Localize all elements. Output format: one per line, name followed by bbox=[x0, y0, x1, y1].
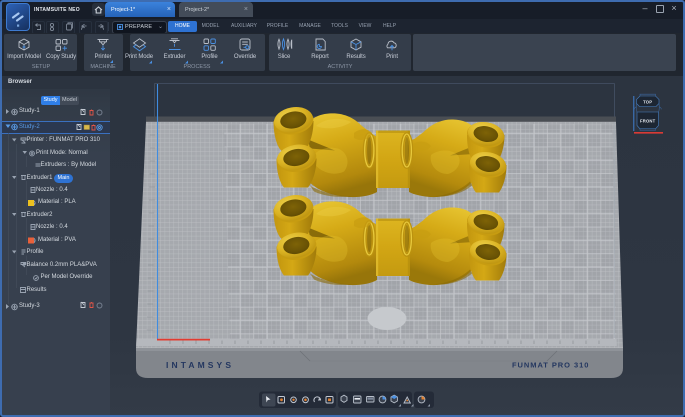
svg-text:FUNMAT PRO 310: FUNMAT PRO 310 bbox=[512, 361, 589, 370]
svg-text:FRONT: FRONT bbox=[640, 118, 656, 123]
svg-text:INTAMSYS: INTAMSYS bbox=[166, 360, 234, 370]
svg-text:TOP: TOP bbox=[643, 99, 652, 104]
